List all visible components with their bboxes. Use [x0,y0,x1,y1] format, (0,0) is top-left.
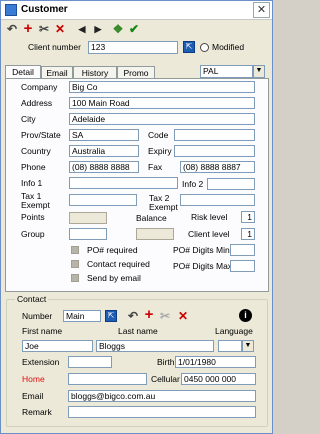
company-input[interactable]: Big Co [69,81,255,93]
contact-undo-icon[interactable]: ↶ [126,309,140,323]
remark-input[interactable] [68,406,256,418]
copy-icon[interactable]: ❖ [111,22,125,36]
email-input[interactable]: bloggs@bigco.com.au [68,390,256,402]
close-button[interactable]: ✕ [253,2,270,18]
phone-input[interactable]: (08) 8888 8888 [69,161,139,173]
po-min-input[interactable] [230,244,255,256]
remark-label: Remark [22,407,52,417]
contact-number-input[interactable]: Main [63,310,101,322]
contact-required-checkbox[interactable] [71,260,79,268]
birth-label: Birth [157,357,175,367]
modified-label: Modified [212,42,245,52]
tab-detail[interactable]: Detail [5,65,41,79]
tax2-exempt-label: Exempt [149,202,178,212]
next-icon[interactable]: ▶ [91,22,105,36]
info1-label: Info 1 [21,178,43,188]
risk-level-label: Risk level [191,212,228,222]
po-max-label: PO# Digits Max [173,261,233,271]
expiry-label: Expiry [148,146,172,156]
chevron-down-icon[interactable]: ▼ [253,65,265,78]
last-name-label: Last name [118,326,158,336]
risk-level-input[interactable]: 1 [241,211,255,223]
toolbar: ↶ + ✂ ✕ ◀ ▶ ❖ ✔ [1,21,272,39]
previous-icon[interactable]: ◀ [75,22,89,36]
contact-delete-icon[interactable]: ✕ [176,309,190,323]
po-required-checkbox[interactable] [71,246,79,254]
contact-lookup-icon[interactable]: ⇱ [105,310,117,322]
send-email-label: Send by email [87,273,141,283]
po-max-input[interactable] [230,260,255,272]
home-label: Home [22,374,45,384]
address-input[interactable]: 100 Main Road [69,97,255,109]
cellular-label: Cellular [151,374,180,384]
tax1-exempt-label: Exempt [21,200,50,210]
info2-input[interactable] [207,178,255,190]
language-chevron-down-icon[interactable]: ▼ [242,340,254,352]
contact-required-label: Contact required [87,259,150,269]
phone-label: Phone [21,162,46,172]
ok-icon[interactable]: ✔ [127,22,141,36]
balance-label: Balance [136,213,167,223]
po-required-label: PO# required [87,245,138,255]
first-name-input[interactable]: Joe [22,340,93,352]
lookup-icon[interactable]: ⇱ [183,41,195,53]
points-label: Points [21,212,45,222]
add-icon[interactable]: + [21,21,35,36]
email-label: Email [22,391,44,401]
prov-label: Prov/State [21,130,61,140]
contact-cut-icon[interactable]: ✂ [158,309,172,323]
prov-input[interactable]: SA [69,129,139,141]
extension-label: Extension [22,357,60,367]
client-number-label: Client number [28,42,81,52]
window-title: Customer [21,4,68,15]
contact-number-label: Number [22,311,53,321]
language-label: Language [215,326,253,336]
cut-icon[interactable]: ✂ [37,22,51,36]
country-label: Country [21,146,51,156]
code-label: Code [148,130,169,140]
home-input[interactable] [68,373,147,385]
undo-icon[interactable]: ↶ [5,22,19,36]
group-label: Group [21,229,45,239]
tax2-exempt-input[interactable] [180,194,255,206]
title-bar: Customer ✕ [1,1,272,20]
contact-add-icon[interactable]: + [142,307,156,322]
group-input[interactable] [69,228,107,240]
points-value [69,212,107,224]
modified-radio[interactable] [200,43,209,52]
contact-group-label: Contact [15,294,49,305]
language-select[interactable] [218,340,242,352]
po-min-label: PO# Digits Min [173,245,230,255]
send-email-checkbox[interactable] [71,274,79,282]
extension-input[interactable] [68,356,112,368]
expiry-input[interactable] [174,145,255,157]
fax-label: Fax [148,162,163,172]
birth-input[interactable]: 1/01/1980 [175,356,256,368]
client-level-label: Client level [188,229,230,239]
delete-icon[interactable]: ✕ [53,22,67,36]
first-name-label: First name [22,326,63,336]
city-input[interactable]: Adelaide [69,113,255,125]
tax1-exempt-input[interactable] [69,194,137,206]
fax-input[interactable]: (08) 8888 8887 [180,161,255,173]
info2-label: Info 2 [182,179,204,189]
info1-input[interactable] [69,177,178,189]
code-input[interactable] [174,129,255,141]
pricelist-select[interactable]: PAL [200,65,253,78]
client-level-input[interactable]: 1 [241,228,255,240]
client-number-input[interactable]: 123 [88,41,178,54]
company-label: Company [21,82,58,92]
customer-window: Customer ✕ ↶ + ✂ ✕ ◀ ▶ ❖ ✔ Client number… [0,0,273,434]
country-input[interactable]: Australia [69,145,139,157]
city-label: City [21,114,36,124]
address-label: Address [21,98,53,108]
cellular-input[interactable]: 0450 000 000 [181,373,256,385]
last-name-input[interactable]: Bloggs [96,340,214,352]
app-icon [5,4,17,16]
balance-value [136,228,174,240]
info-icon[interactable]: i [239,309,252,322]
